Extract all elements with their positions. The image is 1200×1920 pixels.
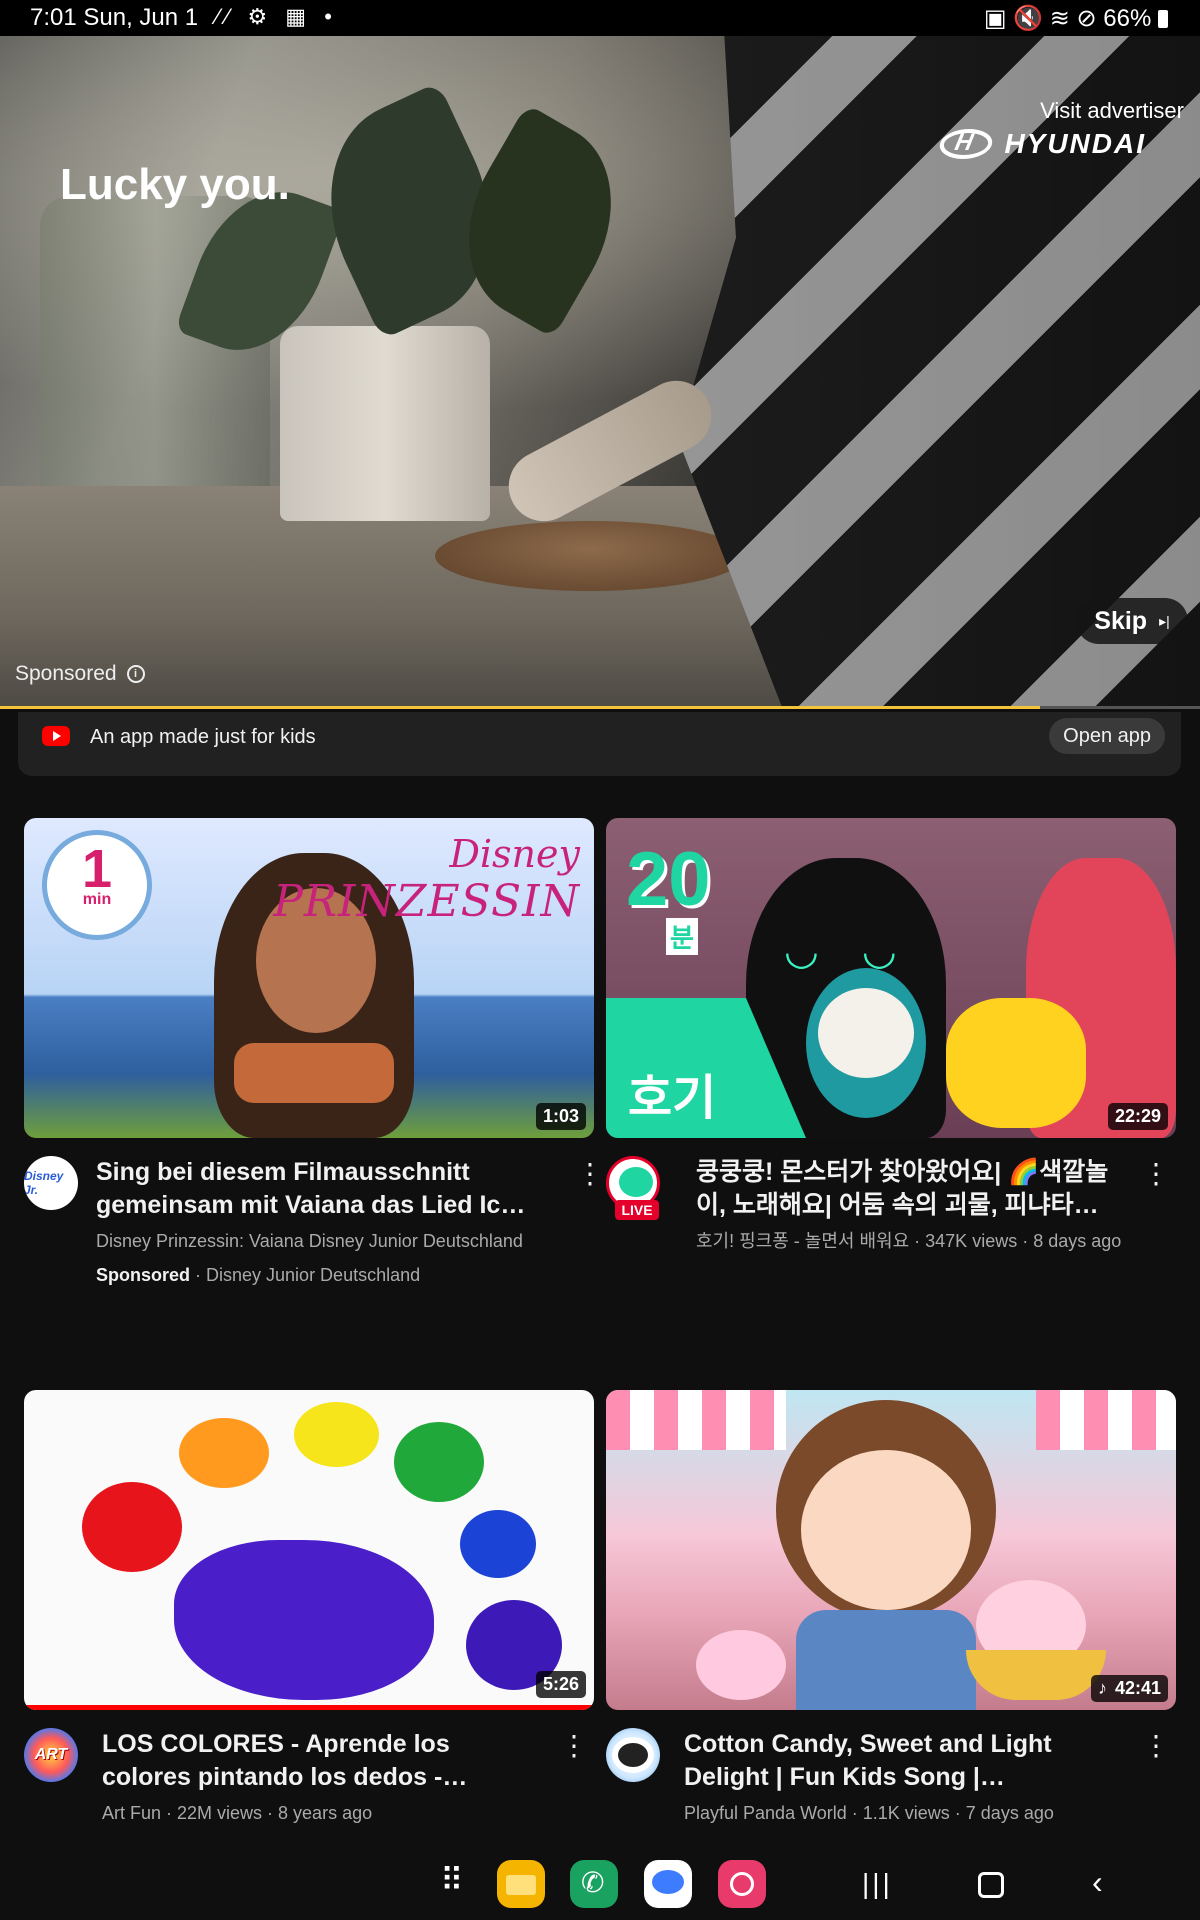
thumb-teal-character-face bbox=[818, 988, 914, 1078]
more-options-icon[interactable]: ⋮ bbox=[1142, 1160, 1170, 1188]
thumb-girl-face bbox=[801, 1450, 971, 1610]
video-channel-line: Playful Panda World · 1.1K views · 7 day… bbox=[684, 1803, 1054, 1823]
info-icon[interactable]: i bbox=[126, 665, 145, 683]
sponsored-badge: Sponsored bbox=[96, 1265, 191, 1285]
thumb-painted-hand bbox=[174, 1540, 434, 1700]
thumb-girl-overalls bbox=[796, 1610, 976, 1710]
video-info[interactable]: LOS COLORES - Aprende los colores pintan… bbox=[102, 1728, 532, 1826]
avatar-character bbox=[619, 1167, 653, 1197]
thumb-cotton-candy bbox=[696, 1630, 786, 1700]
video-thumbnail[interactable]: 1 min Disney PRINZESSIN 1:03 bbox=[24, 818, 594, 1138]
thumb-striped-awning bbox=[606, 1390, 786, 1450]
thumb-hogi-label: 호기 bbox=[628, 1072, 717, 1125]
more-options-icon[interactable]: ⋮ bbox=[560, 1732, 588, 1760]
camera-app-icon[interactable] bbox=[718, 1860, 766, 1908]
status-right-icons: ▣ 🔇 ≋ ⊘ bbox=[983, 5, 1097, 32]
logo-unit: min bbox=[82, 891, 112, 908]
status-left-icons: ⁄⁄ ⚙ ▦ • bbox=[216, 4, 338, 29]
video-channel-line: Disney Prinzessin: Vaiana Disney Junior … bbox=[96, 1231, 523, 1251]
sponsored-line: Sponsored · Disney Junior Deutschland bbox=[96, 1262, 526, 1288]
ad-headline: Lucky you. bbox=[60, 160, 290, 209]
video-thumbnail[interactable]: ◡ ◡ 20 분 호기 22:29 bbox=[606, 818, 1176, 1138]
video-channel-line: 호기! 핑크퐁 - 놀면서 배워요 · 347K views · 8 days … bbox=[696, 1231, 1122, 1251]
status-right: ▣ 🔇 ≋ ⊘ 66% bbox=[984, 4, 1168, 33]
thumb-character-outfit bbox=[234, 1043, 394, 1103]
more-options-icon[interactable]: ⋮ bbox=[1142, 1732, 1170, 1760]
status-time-date: 7:01 Sun, Jun 1 bbox=[30, 4, 199, 31]
channel-avatar[interactable]: Disney Jr. bbox=[24, 1156, 78, 1210]
ad-progress-fill bbox=[0, 706, 1041, 709]
thumb-red-paint bbox=[82, 1482, 182, 1572]
hyundai-logo-icon bbox=[937, 129, 996, 159]
panda-face-icon bbox=[618, 1743, 648, 1767]
skip-label: Skip bbox=[1094, 606, 1148, 635]
ad-plant-pot bbox=[280, 326, 490, 521]
thumb-yellow-paint bbox=[294, 1402, 379, 1467]
channel-avatar[interactable] bbox=[606, 1728, 660, 1782]
video-channel-line: Art Fun · 22M views · 8 years ago bbox=[102, 1803, 373, 1823]
logo-number: 1 bbox=[81, 839, 113, 899]
recent-apps-button[interactable]: ||| bbox=[862, 1868, 893, 1900]
ad-sponsored-label[interactable]: Sponsored i bbox=[15, 662, 145, 686]
video-info[interactable]: 쿵쿵쿵! 몬스터가 찾아왔어요| 🌈색깔놀이, 노래해요| 어둠 속의 괴물, … bbox=[696, 1156, 1128, 1254]
video-duration: 1:03 bbox=[535, 1103, 586, 1130]
apps-grid-icon[interactable]: ⠿ bbox=[440, 1864, 463, 1896]
thumb-orange-paint bbox=[179, 1418, 269, 1488]
video-info[interactable]: Sing bei diesem Filmausschnitt gemeinsam… bbox=[96, 1156, 536, 1288]
battery-icon bbox=[1158, 10, 1168, 28]
thumb-yellow-bowl bbox=[966, 1650, 1106, 1700]
channel-avatar[interactable]: ART bbox=[24, 1728, 78, 1782]
video-duration: ♪ 42:41 bbox=[1090, 1675, 1168, 1702]
video-title[interactable]: LOS COLORES - Aprende los colores pintan… bbox=[102, 1728, 522, 1794]
disney-wordmark: Disney bbox=[449, 832, 580, 876]
sponsor-channel: · Disney Junior Deutschland bbox=[190, 1265, 421, 1285]
thumb-blue-paint bbox=[460, 1510, 536, 1578]
ad-wooden-bowl bbox=[435, 521, 745, 591]
battery-percent: 66% bbox=[1103, 5, 1152, 32]
video-title[interactable]: 쿵쿵쿵! 몬스터가 찾아왔어요| 🌈색깔놀이, 노래해요| 어둠 속의 괴물, … bbox=[696, 1156, 1128, 1222]
video-info[interactable]: Cotton Candy, Sweet and Light Delight | … bbox=[684, 1728, 1120, 1826]
promo-text: An app made just for kids bbox=[90, 726, 316, 748]
thumb-green-paint bbox=[394, 1422, 484, 1502]
thumb-glowing-eyes: ◡ ◡ bbox=[786, 929, 913, 973]
video-thumbnail[interactable]: ♪ 42:41 bbox=[606, 1390, 1176, 1710]
thumb-number: 20 bbox=[626, 837, 711, 922]
avatar-logo-text: ART bbox=[34, 1746, 68, 1763]
live-badge: LIVE bbox=[615, 1200, 659, 1220]
files-app-icon[interactable] bbox=[497, 1860, 545, 1908]
video-title[interactable]: Cotton Candy, Sweet and Light Delight | … bbox=[684, 1728, 1120, 1794]
thumb-yellow-character bbox=[946, 998, 1086, 1128]
video-duration: 22:29 bbox=[1107, 1103, 1168, 1130]
back-button[interactable]: ‹ bbox=[1092, 1864, 1103, 1901]
duration-text: 42:41 bbox=[1114, 1678, 1161, 1698]
status-bar: 7:01 Sun, Jun 1 ⁄⁄ ⚙ ▦ • ▣ 🔇 ≋ ⊘ 66% bbox=[0, 0, 1200, 36]
youtube-kids-icon bbox=[42, 726, 70, 746]
one-minute-logo: 1 min bbox=[42, 830, 152, 940]
video-duration: 5:26 bbox=[535, 1671, 586, 1698]
disney-prinzessin-logo: Disney PRINZESSIN bbox=[273, 832, 580, 927]
music-note-icon: ♪ bbox=[1097, 1678, 1107, 1698]
skip-next-icon: ▸| bbox=[1159, 612, 1170, 629]
sponsored-text: Sponsored bbox=[15, 662, 117, 685]
open-app-button[interactable]: Open app bbox=[1049, 718, 1165, 754]
watch-progress-bar bbox=[24, 1705, 594, 1710]
prinzessin-wordmark: PRINZESSIN bbox=[273, 876, 580, 927]
more-options-icon[interactable]: ⋮ bbox=[576, 1160, 604, 1188]
avatar-logo-text: Disney Jr. bbox=[24, 1169, 64, 1197]
home-button[interactable] bbox=[978, 1872, 1004, 1898]
advertiser-name: HYUNDAI bbox=[1004, 128, 1146, 159]
phone-app-icon[interactable] bbox=[570, 1860, 618, 1908]
messages-app-icon[interactable] bbox=[644, 1860, 692, 1908]
visit-advertiser-link[interactable]: Visit advertiser bbox=[1040, 98, 1184, 124]
thumb-striped-awning bbox=[1036, 1390, 1176, 1450]
video-thumbnail[interactable]: 5:26 bbox=[24, 1390, 594, 1710]
advertiser-logo[interactable]: HYUNDAI bbox=[937, 128, 1146, 160]
skip-ad-button[interactable]: Skip ▸| bbox=[1076, 598, 1188, 644]
thumb-minutes-label: 분 bbox=[666, 918, 698, 955]
kids-app-promo[interactable]: An app made just for kids Open app bbox=[18, 712, 1181, 776]
video-title[interactable]: Sing bei diesem Filmausschnitt gemeinsam… bbox=[96, 1156, 536, 1222]
ad-video-player[interactable]: Lucky you. Visit advertiser HYUNDAI Spon… bbox=[0, 36, 1200, 708]
